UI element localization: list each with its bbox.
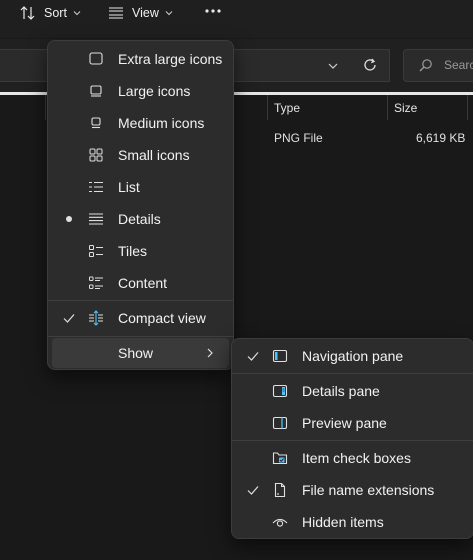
menu-item-label: File name extensions (302, 482, 435, 498)
refresh-icon[interactable] (362, 57, 378, 73)
list-icon (89, 181, 103, 193)
column-header-type[interactable]: Type (268, 95, 388, 120)
column-header-size[interactable]: Size (388, 95, 468, 120)
tiles-icon (89, 245, 103, 257)
menu-item-label: Medium icons (118, 115, 205, 131)
checkmark-icon (247, 352, 259, 361)
menu-item-hidden-items[interactable]: Hidden items (236, 507, 469, 537)
small-icons-icon (89, 148, 103, 162)
menu-item-small-icons[interactable]: Small icons (52, 140, 229, 170)
chevron-right-icon (207, 348, 213, 358)
sort-icon (20, 6, 35, 20)
menu-item-label: Details pane (302, 383, 380, 399)
column-header-blank[interactable] (0, 95, 46, 120)
selected-bullet-icon (66, 216, 72, 222)
medium-icons-icon (91, 117, 101, 129)
menu-separator (232, 373, 473, 374)
menu-item-show[interactable]: Show (52, 338, 229, 368)
menu-item-item-check-boxes[interactable]: Item check boxes (236, 443, 469, 473)
view-menu: Extra large icons Large icons Medium ico… (47, 40, 234, 370)
file-explorer-window: Sort View Searc Type Size PNG File 6,619… (0, 0, 473, 560)
menu-item-label: Show (118, 345, 154, 361)
chevron-down-icon (73, 11, 81, 16)
menu-item-label: Small icons (118, 147, 190, 163)
menu-item-label: Large icons (118, 83, 191, 99)
details-icon (89, 213, 103, 225)
menu-item-label: Preview pane (302, 415, 387, 431)
search-placeholder: Search (444, 58, 473, 72)
menu-separator (232, 440, 473, 441)
details-pane-icon (272, 384, 288, 398)
navigation-pane-icon (272, 349, 288, 363)
search-icon (419, 59, 432, 72)
checkmark-icon (63, 314, 75, 323)
menu-item-file-name-extensions[interactable]: File name extensions (236, 475, 469, 505)
menu-item-label: Content (118, 275, 168, 291)
menu-item-navigation-pane[interactable]: Navigation pane (236, 341, 469, 371)
menu-item-label: Extra large icons (118, 51, 223, 67)
address-history-chevron-icon[interactable] (326, 59, 340, 73)
menu-separator (48, 336, 233, 337)
menu-item-details[interactable]: Details (52, 204, 229, 234)
file-name-extensions-icon (274, 482, 286, 498)
menu-item-label: Navigation pane (302, 348, 404, 364)
menu-item-details-pane[interactable]: Details pane (236, 376, 469, 406)
menu-item-label: Compact view (118, 310, 206, 326)
sort-label: Sort (44, 6, 67, 20)
file-type-cell: PNG File (274, 131, 323, 145)
menu-item-label: List (118, 179, 140, 195)
search-box[interactable]: Search (403, 49, 473, 82)
chevron-down-icon (165, 11, 173, 16)
extra-large-icons-icon (89, 52, 103, 65)
menu-item-medium-icons[interactable]: Medium icons (52, 108, 229, 138)
file-size-cell: 6,619 KB (416, 131, 466, 145)
sort-button[interactable]: Sort (20, 0, 81, 26)
compact-view-icon (89, 310, 103, 326)
menu-separator (48, 300, 233, 301)
menu-item-label: Item check boxes (302, 450, 411, 466)
more-options-icon[interactable] (204, 5, 222, 17)
menu-item-extra-large-icons[interactable]: Extra large icons (52, 44, 229, 74)
view-button[interactable]: View (108, 0, 173, 26)
large-icons-icon (90, 85, 102, 97)
menu-item-large-icons[interactable]: Large icons (52, 76, 229, 106)
view-icon (109, 7, 123, 19)
show-submenu: Navigation pane Details pane Preview pan… (231, 338, 473, 539)
menu-item-preview-pane[interactable]: Preview pane (236, 408, 469, 438)
menu-item-compact-view[interactable]: Compact view (52, 303, 229, 333)
menu-item-label: Details (118, 211, 161, 227)
hidden-items-icon (272, 518, 288, 527)
menu-item-label: Tiles (118, 243, 148, 259)
content-icon (89, 276, 103, 289)
preview-pane-icon (272, 416, 288, 430)
menu-item-tiles[interactable]: Tiles (52, 236, 229, 266)
command-bar: Sort View (0, 0, 473, 39)
menu-item-content[interactable]: Content (52, 268, 229, 298)
view-label: View (132, 6, 159, 20)
checkmark-icon (247, 486, 259, 495)
menu-item-label: Hidden items (302, 514, 384, 530)
item-check-boxes-icon (272, 452, 288, 465)
menu-item-list[interactable]: List (52, 172, 229, 202)
